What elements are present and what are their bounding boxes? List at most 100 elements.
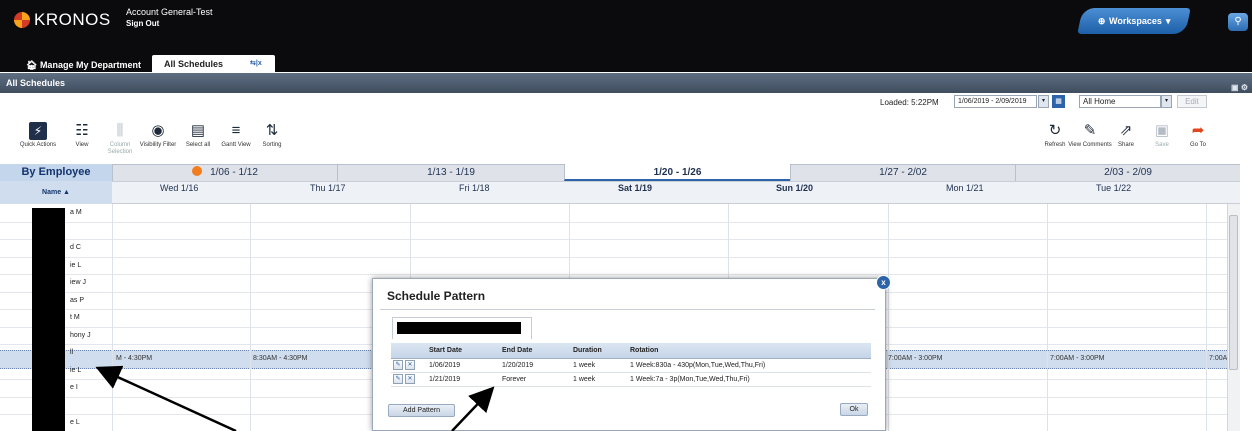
column-divider bbox=[112, 204, 113, 431]
workspaces-button[interactable]: ⊕ Workspaces ▾ bbox=[1077, 8, 1191, 34]
name-column-header[interactable]: Name ▲ bbox=[0, 181, 112, 204]
rotation: 1 Week:7a - 3p(Mon,Tue,Wed,Thu,Fri) bbox=[628, 372, 871, 387]
tab-close-icon[interactable]: ⇆|x bbox=[250, 55, 262, 73]
visibility-filter-button[interactable]: ◉ Visibility Filter bbox=[136, 120, 180, 149]
toolbar-label: Go To bbox=[1190, 142, 1206, 148]
add-pattern-button[interactable]: Add Pattern bbox=[388, 404, 455, 417]
duration: 1 week bbox=[571, 358, 628, 373]
employee-name[interactable]: as P bbox=[70, 297, 84, 304]
search-icon: ⚲ bbox=[1234, 16, 1242, 27]
by-employee-label: By Employee bbox=[0, 164, 112, 181]
chevron-down-icon: ▾ bbox=[1165, 15, 1171, 26]
table-row[interactable] bbox=[0, 223, 1227, 240]
edit-icon[interactable]: ✎ bbox=[393, 374, 403, 384]
table-row: ✎ ✕ 1/06/2019 1/20/2019 1 week 1 Week:83… bbox=[391, 358, 871, 373]
day-header: Sat 1/19 bbox=[618, 183, 653, 193]
dialog-title: Schedule Pattern bbox=[387, 289, 486, 303]
column-header: End Date bbox=[500, 343, 571, 359]
search-button[interactable]: ⚲ bbox=[1228, 13, 1248, 31]
account-name: Account General-Test bbox=[126, 7, 213, 17]
table-row[interactable] bbox=[0, 240, 1227, 258]
duration: 1 week bbox=[571, 372, 628, 387]
week-tab[interactable]: 1/27 - 2/02 bbox=[790, 164, 1015, 181]
date-range-dropdown-icon[interactable]: ▾ bbox=[1038, 95, 1049, 108]
toolbar-label: Visibility Filter bbox=[139, 142, 177, 148]
tab-manage-my-department[interactable]: 🏠︎ Manage My Department bbox=[20, 58, 147, 73]
scrollbar-thumb[interactable] bbox=[1229, 215, 1238, 370]
shift-cell[interactable]: 8:30AM - 4:30PM bbox=[253, 355, 307, 362]
employee-name[interactable]: ll bbox=[70, 349, 73, 356]
day-header: Tue 1/22 bbox=[1096, 183, 1132, 193]
shift-cell[interactable]: 7:00A bbox=[1209, 355, 1227, 362]
shift-cell[interactable]: 7:00AM - 3:00PM bbox=[1050, 355, 1104, 362]
column-divider bbox=[888, 204, 889, 431]
table-row[interactable] bbox=[0, 205, 1227, 223]
employee-name[interactable]: d C bbox=[70, 244, 81, 251]
account-info: Account General-Test Sign Out bbox=[126, 7, 213, 29]
redacted-names bbox=[32, 208, 65, 431]
section-title-bar: All Schedules ▣ ⚙ bbox=[0, 73, 1252, 93]
day-header: Wed 1/16 bbox=[160, 183, 199, 193]
sort-icon: ⇅ bbox=[265, 122, 279, 139]
delete-icon[interactable]: ✕ bbox=[404, 374, 415, 384]
day-header: Sun 1/20 bbox=[776, 183, 814, 193]
plus-icon: ⊕ bbox=[1097, 15, 1106, 26]
kronos-logo: KRONOS bbox=[14, 10, 111, 30]
section-title: All Schedules bbox=[6, 78, 66, 88]
lightning-icon: ⚡︎ bbox=[16, 120, 60, 142]
table-row[interactable] bbox=[0, 258, 1227, 275]
column-header: Duration bbox=[571, 343, 628, 359]
day-header: Fri 1/18 bbox=[459, 183, 490, 193]
tab-all-schedules[interactable]: All Schedules ⇆|x bbox=[152, 55, 275, 73]
sort-asc-icon: ▲ bbox=[63, 189, 70, 196]
employee-name[interactable]: hony J bbox=[70, 332, 91, 339]
loaded-time: Loaded: 5:22PM bbox=[880, 98, 939, 107]
column-header: Start Date bbox=[427, 343, 500, 359]
start-date: 1/21/2019 bbox=[427, 372, 500, 387]
employee-name[interactable]: a M bbox=[70, 209, 82, 216]
toolbar-label: Quick Actions bbox=[19, 142, 57, 148]
day-header: Thu 1/17 bbox=[310, 183, 346, 193]
kronos-logo-icon bbox=[14, 12, 30, 28]
shift-cell[interactable]: M - 4:30PM bbox=[114, 355, 152, 362]
goto-icon: ➦ bbox=[1191, 122, 1205, 139]
ok-button[interactable]: Ok bbox=[840, 403, 868, 416]
end-date: Forever bbox=[500, 372, 571, 387]
employee-name[interactable]: ie L bbox=[70, 262, 81, 269]
week-tab[interactable]: 2/03 - 2/09 bbox=[1015, 164, 1240, 181]
week-tab[interactable]: 1/06 - 1/12 bbox=[112, 164, 337, 181]
window-controls-icon[interactable]: ▣ ⚙ bbox=[1231, 78, 1248, 98]
employee-name[interactable]: t M bbox=[70, 314, 80, 321]
current-week-dot-icon bbox=[192, 166, 203, 176]
employee-name[interactable]: ie L bbox=[70, 367, 81, 374]
shift-cell[interactable]: 7:00AM - 3:00PM bbox=[888, 355, 942, 362]
sorting-button[interactable]: ⇅ Sorting bbox=[250, 120, 294, 149]
edit-button[interactable]: Edit bbox=[1177, 95, 1207, 108]
week-tab-current[interactable]: 1/20 - 1/26 bbox=[564, 164, 790, 181]
logo-text: KRONOS bbox=[34, 10, 111, 29]
quick-actions-button[interactable]: ⚡︎ Quick Actions bbox=[16, 120, 60, 149]
sign-out-link[interactable]: Sign Out bbox=[126, 18, 213, 29]
tab-label: Manage My Department bbox=[39, 60, 141, 70]
start-date: 1/06/2019 bbox=[427, 358, 500, 373]
close-icon[interactable]: x bbox=[876, 275, 891, 290]
eye-icon: ◉ bbox=[151, 122, 165, 139]
divider bbox=[380, 309, 875, 310]
location-select[interactable]: All Home bbox=[1079, 95, 1161, 108]
location-dropdown-icon[interactable]: ▾ bbox=[1161, 95, 1172, 108]
column-divider bbox=[1047, 204, 1048, 431]
calendar-icon[interactable]: ▦ bbox=[1052, 95, 1065, 108]
employee-name[interactable]: e L bbox=[70, 419, 80, 426]
employee-name[interactable]: iew J bbox=[70, 279, 86, 286]
week-tab[interactable]: 1/13 - 1/19 bbox=[337, 164, 564, 181]
pattern-table: Start Date End Date Duration Rotation ✎ … bbox=[391, 343, 871, 387]
tab-label: All Schedules bbox=[164, 59, 224, 69]
edit-icon[interactable]: ✎ bbox=[393, 360, 403, 370]
date-range-select[interactable]: 1/06/2019 - 2/09/2019 bbox=[954, 95, 1037, 108]
delete-icon[interactable]: ✕ bbox=[404, 360, 415, 370]
employee-name[interactable]: e I bbox=[70, 384, 78, 391]
toolbar-label: Sorting bbox=[262, 142, 282, 148]
go-to-button[interactable]: ➦ Go To bbox=[1176, 120, 1220, 149]
home-icon: 🏠︎ bbox=[26, 60, 40, 70]
end-date: 1/20/2019 bbox=[500, 358, 571, 373]
